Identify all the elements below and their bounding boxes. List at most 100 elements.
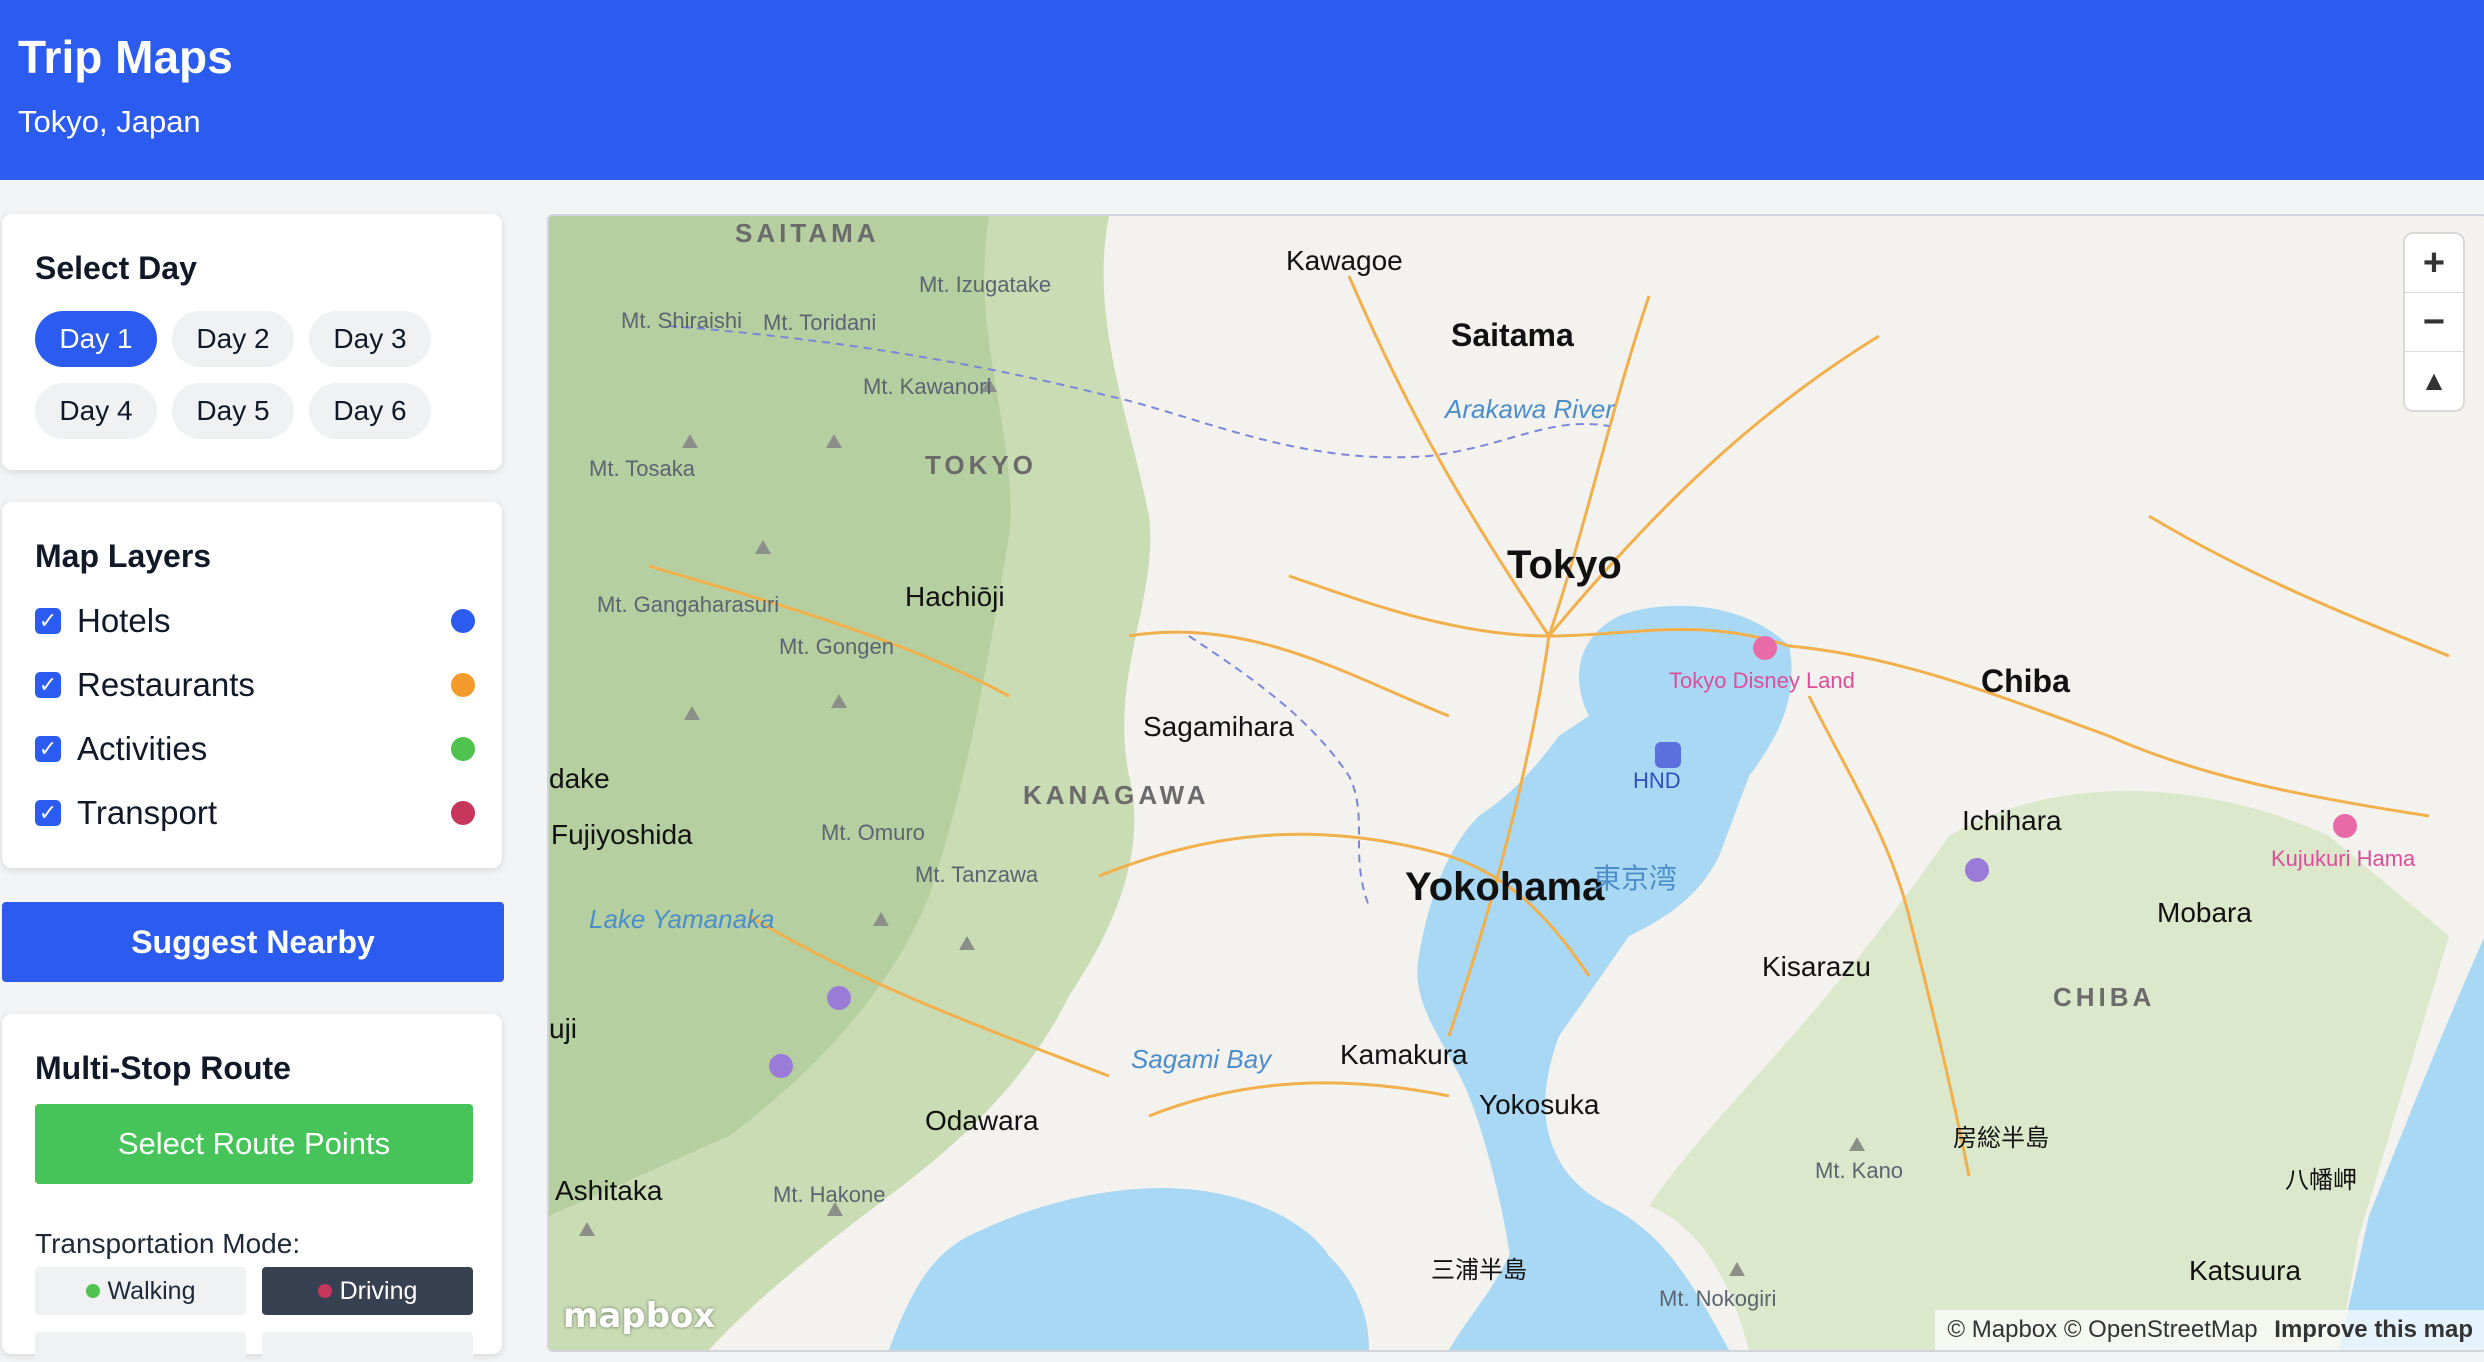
label-mt-omuro: Mt. Omuro: [821, 820, 925, 845]
label-tokyo-bay: 東京湾: [1593, 863, 1677, 894]
app-title: Trip Maps: [18, 31, 233, 83]
mode-button-row-2b[interactable]: [262, 1332, 473, 1362]
layer-transport[interactable]: ✓ Transport: [35, 788, 475, 838]
poi-marker[interactable]: [827, 986, 851, 1010]
activities-label: Activities: [77, 730, 208, 767]
label-lake: Lake Yamanaka: [589, 904, 775, 934]
label-dake: dake: [549, 763, 610, 794]
label-fujiyoshida: Fujiyoshida: [551, 819, 693, 850]
activities-checkbox[interactable]: ✓: [35, 736, 61, 762]
map-view[interactable]: SAITAMA TOKYO KANAGAWA CHIBA Kawagoe Hac…: [547, 214, 2484, 1352]
layer-restaurants[interactable]: ✓ Restaurants: [35, 660, 475, 710]
route-card: Multi-Stop Route Select Route Points Tra…: [2, 1014, 502, 1362]
map-attribution: © Mapbox © OpenStreetMap Improve this ma…: [1935, 1310, 2484, 1350]
transport-checkbox[interactable]: ✓: [35, 800, 61, 826]
label-chiba-pref: CHIBA: [2053, 982, 2155, 1012]
map-layers-card: Map Layers ✓ Hotels ✓ Restaurants ✓ Acti…: [2, 502, 502, 868]
transport-color-dot: [451, 801, 475, 825]
label-chiba: Chiba: [1981, 663, 2070, 699]
hotels-checkbox[interactable]: ✓: [35, 608, 61, 634]
suggest-nearby-button[interactable]: Suggest Nearby: [2, 902, 504, 982]
driving-dot: [317, 1284, 332, 1298]
walking-dot: [85, 1284, 100, 1298]
label-katsuura: Katsuura: [2189, 1255, 2301, 1286]
transport-label: Transport: [77, 794, 217, 831]
kujukuri-marker[interactable]: [2333, 814, 2357, 838]
label-saitama-pref: SAITAMA: [735, 218, 880, 248]
label-saitama: Saitama: [1451, 317, 1574, 353]
restaurants-color-dot: [451, 673, 475, 697]
walking-label: Walking: [107, 1276, 196, 1305]
improve-map-link[interactable]: Improve this map: [2274, 1316, 2473, 1343]
driving-label: Driving: [339, 1276, 418, 1305]
label-mt-tosaka: Mt. Tosaka: [589, 456, 696, 481]
label-mt-tanzawa: Mt. Tanzawa: [915, 862, 1039, 887]
day-select-card: Select Day Day 1 Day 2 Day 3 Day 4 Day 5…: [2, 214, 502, 470]
day-3-button[interactable]: Day 3: [309, 311, 431, 367]
map-layers-title: Map Layers: [35, 538, 212, 574]
hotels-label: Hotels: [77, 602, 171, 639]
label-hnd: HND: [1633, 768, 1681, 793]
select-route-points-button[interactable]: Select Route Points: [35, 1104, 473, 1184]
label-sagamihara: Sagamihara: [1143, 711, 1294, 742]
airport-marker[interactable]: [1655, 742, 1681, 768]
label-kawagoe: Kawagoe: [1286, 245, 1403, 276]
mapbox-logo[interactable]: mapbox: [563, 1296, 715, 1336]
label-hachioji: Hachiōji: [905, 581, 1005, 612]
label-kisarazu: Kisarazu: [1762, 951, 1871, 982]
layer-hotels[interactable]: ✓ Hotels: [35, 596, 475, 646]
label-kanagawa-pref: KANAGAWA: [1023, 780, 1210, 810]
hotels-color-dot: [451, 609, 475, 633]
label-yokohama: Yokohama: [1405, 865, 1605, 909]
day-2-button[interactable]: Day 2: [172, 311, 294, 367]
label-yawata: 八幡岬: [2285, 1167, 2357, 1194]
restaurants-checkbox[interactable]: ✓: [35, 672, 61, 698]
day-6-button[interactable]: Day 6: [309, 383, 431, 439]
label-mt-hakone: Mt. Hakone: [773, 1182, 886, 1207]
label-ashitaka: Ashitaka: [555, 1175, 663, 1206]
day-select-title: Select Day: [35, 250, 197, 286]
parking-marker-2[interactable]: [769, 1054, 793, 1078]
layer-activities[interactable]: ✓ Activities: [35, 724, 475, 774]
label-mt-gongen: Mt. Gongen: [779, 634, 894, 659]
label-tokyo-pref: TOKYO: [925, 450, 1037, 480]
zoom-in-button[interactable]: +: [2405, 234, 2463, 293]
label-mt-shiraishi: Mt. Shiraishi: [621, 308, 742, 333]
parking-marker[interactable]: [1965, 858, 1989, 882]
label-mt-kawanori: Mt. Kawanori: [863, 374, 991, 399]
label-kujukuri: Kujukuri Hama: [2271, 846, 2416, 871]
disney-marker[interactable]: [1753, 636, 1777, 660]
compass-button[interactable]: ▲: [2405, 352, 2463, 410]
label-miura: 三浦半島: [1431, 1257, 1527, 1284]
mode-button-row-2[interactable]: [35, 1332, 246, 1362]
map-zoom-controls: + − ▲: [2405, 234, 2463, 410]
day-4-button[interactable]: Day 4: [35, 383, 157, 439]
driving-mode-button[interactable]: Driving: [262, 1267, 473, 1315]
label-mt-izugatake: Mt. Izugatake: [919, 272, 1051, 297]
label-yokosuka: Yokosuka: [1479, 1089, 1600, 1120]
activities-color-dot: [451, 737, 475, 761]
label-tokyo: Tokyo: [1507, 543, 1622, 587]
label-kamakura: Kamakura: [1340, 1039, 1468, 1070]
app-header: Trip Maps Tokyo, Japan: [0, 0, 2484, 180]
label-disney: Tokyo Disney Land: [1669, 668, 1855, 693]
label-uji: uji: [549, 1013, 577, 1044]
attribution-text[interactable]: © Mapbox © OpenStreetMap: [1947, 1316, 2257, 1343]
walking-mode-button[interactable]: Walking: [35, 1267, 246, 1315]
label-mt-gangaharasuri: Mt. Gangaharasuri: [597, 592, 779, 617]
label-mobara: Mobara: [2157, 897, 2252, 928]
day-5-button[interactable]: Day 5: [172, 383, 294, 439]
label-odawara: Odawara: [925, 1105, 1039, 1136]
day-1-button[interactable]: Day 1: [35, 311, 157, 367]
label-mt-kano: Mt. Kano: [1815, 1158, 1903, 1183]
label-sagami-bay: Sagami Bay: [1131, 1044, 1273, 1074]
map-canvas[interactable]: SAITAMA TOKYO KANAGAWA CHIBA Kawagoe Hac…: [549, 216, 2484, 1350]
restaurants-label: Restaurants: [77, 666, 255, 703]
route-title: Multi-Stop Route: [35, 1050, 291, 1086]
label-arakawa: Arakawa River: [1443, 394, 1615, 424]
zoom-out-button[interactable]: −: [2405, 293, 2463, 352]
label-ichihara: Ichihara: [1962, 805, 2062, 836]
destination-subtitle: Tokyo, Japan: [18, 104, 201, 139]
label-mt-toridani: Mt. Toridani: [763, 310, 876, 335]
transport-mode-label: Transportation Mode:: [35, 1228, 301, 1259]
